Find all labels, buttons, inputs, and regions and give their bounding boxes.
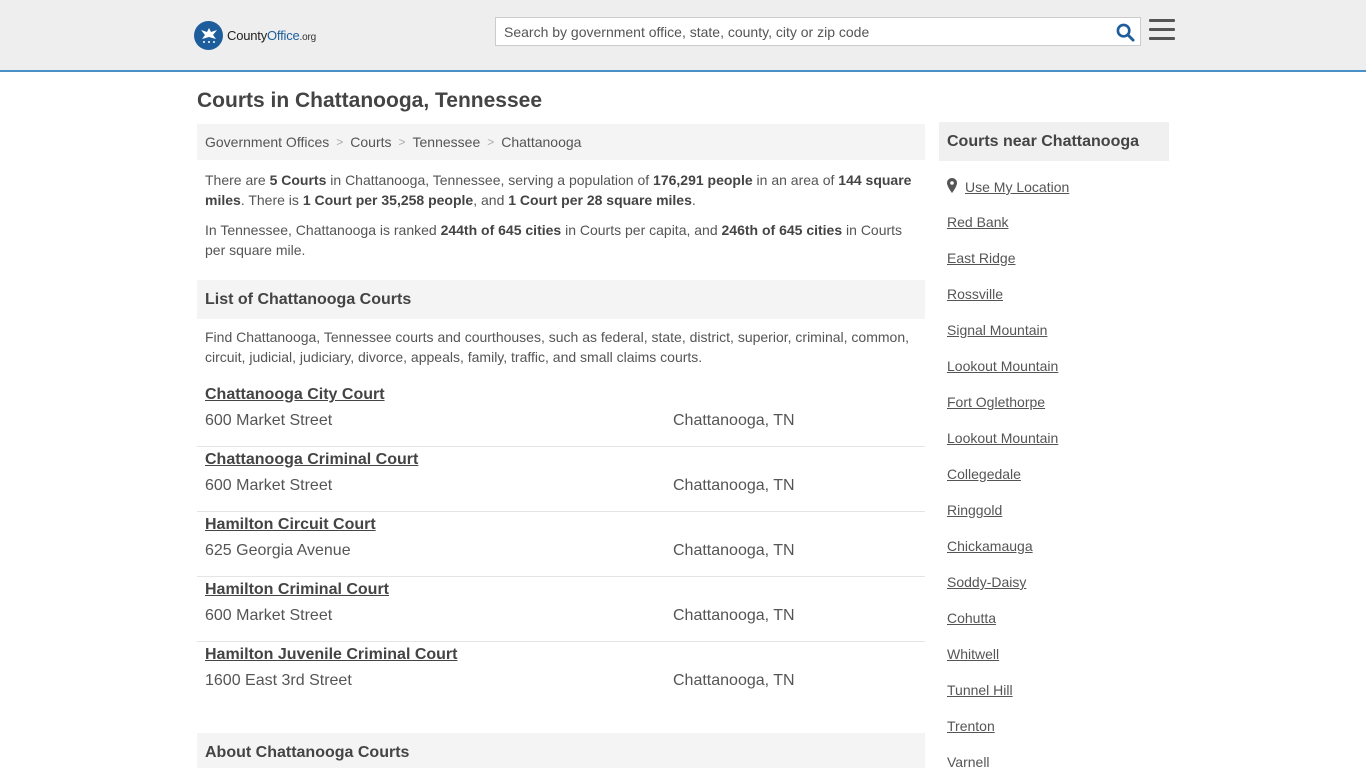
- list-item: Lookout Mountain: [947, 430, 1058, 466]
- eagle-seal-icon: [194, 20, 223, 50]
- breadcrumb-separator: >: [487, 135, 495, 149]
- list-item: Red Bank: [947, 214, 1058, 250]
- breadcrumb-tennessee[interactable]: Tennessee: [413, 134, 481, 150]
- rank-per-area: 246th of 645 cities: [721, 222, 843, 238]
- logo-brand-name: Office: [267, 27, 300, 43]
- nearby-place-link[interactable]: Chickamauga: [947, 538, 1033, 554]
- court-address: 1600 East 3rd Street: [205, 672, 352, 689]
- nearby-places-list: Red Bank East Ridge Rossville Signal Mou…: [947, 214, 1058, 768]
- text: . There is: [240, 192, 303, 208]
- sidebar: Courts near Chattanooga Use My Location …: [939, 122, 1169, 768]
- logo-brand-prefix: County: [227, 27, 267, 43]
- court-link[interactable]: Hamilton Criminal Court: [205, 581, 389, 599]
- rank-per-capita: 244th of 645 cities: [440, 222, 562, 238]
- logo-brand-tld: .org: [299, 31, 317, 43]
- courts-per-people: 1 Court per 35,258 people: [302, 192, 474, 208]
- court-city: Chattanooga, TN: [673, 607, 795, 624]
- court-city: Chattanooga, TN: [673, 672, 795, 689]
- list-item: East Ridge: [947, 250, 1058, 286]
- court-address: 600 Market Street: [205, 412, 333, 429]
- nearby-place-link[interactable]: Trenton: [947, 718, 995, 734]
- court-city: Chattanooga, TN: [673, 412, 795, 429]
- nearby-place-link[interactable]: Ringgold: [947, 502, 1002, 518]
- main-content: Government Offices > Courts > Tennessee …: [197, 124, 925, 768]
- list-item: Hamilton Juvenile Criminal Court 1600 Ea…: [197, 642, 925, 707]
- site-header: CountyOffice.org: [0, 0, 1366, 72]
- nearby-place-link[interactable]: Tunnel Hill: [947, 682, 1013, 698]
- nearby-place-link[interactable]: Rossville: [947, 286, 1003, 302]
- court-link[interactable]: Chattanooga City Court: [205, 386, 385, 404]
- court-address: 600 Market Street: [205, 607, 333, 624]
- nearby-place-link[interactable]: Red Bank: [947, 214, 1008, 230]
- site-logo[interactable]: CountyOffice.org: [194, 20, 316, 50]
- nearby-place-link[interactable]: Lookout Mountain: [947, 430, 1058, 446]
- nearby-place-link[interactable]: East Ridge: [947, 250, 1015, 266]
- list-item: Tunnel Hill: [947, 682, 1058, 718]
- intro-rank-paragraph: In Tennessee, Chattanooga is ranked 244t…: [197, 220, 925, 260]
- breadcrumb: Government Offices > Courts > Tennessee …: [197, 124, 925, 160]
- court-link[interactable]: Chattanooga Criminal Court: [205, 451, 418, 469]
- court-address: 600 Market Street: [205, 477, 333, 494]
- use-my-location-link[interactable]: Use My Location: [965, 179, 1069, 195]
- court-city: Chattanooga, TN: [673, 542, 795, 559]
- use-location-row: Use My Location: [947, 178, 1069, 196]
- about-section-title: About Chattanooga Courts: [197, 733, 925, 768]
- text: , and: [473, 192, 509, 208]
- nearby-place-link[interactable]: Signal Mountain: [947, 322, 1047, 338]
- list-item: Signal Mountain: [947, 322, 1058, 358]
- breadcrumb-separator: >: [398, 135, 406, 149]
- search-icon[interactable]: [1114, 21, 1136, 43]
- list-item: Soddy-Daisy: [947, 574, 1058, 610]
- list-item: Fort Oglethorpe: [947, 394, 1058, 430]
- nearby-place-link[interactable]: Fort Oglethorpe: [947, 394, 1045, 410]
- nearby-place-link[interactable]: Lookout Mountain: [947, 358, 1058, 374]
- nearby-place-link[interactable]: Cohutta: [947, 610, 996, 626]
- court-link[interactable]: Hamilton Circuit Court: [205, 516, 376, 534]
- breadcrumb-courts[interactable]: Courts: [350, 134, 391, 150]
- map-pin-icon: [947, 178, 957, 196]
- list-item: Chickamauga: [947, 538, 1058, 574]
- list-item: Trenton: [947, 718, 1058, 754]
- court-count: 5 Courts: [269, 172, 327, 188]
- court-list: Chattanooga City Court 600 Market Street…: [197, 382, 925, 707]
- list-item: Whitwell: [947, 646, 1058, 682]
- page-title: Courts in Chattanooga, Tennessee: [197, 89, 542, 112]
- breadcrumb-chattanooga[interactable]: Chattanooga: [501, 134, 581, 150]
- search-input[interactable]: [496, 18, 1096, 45]
- list-item: Ringgold: [947, 502, 1058, 538]
- text: In Tennessee, Chattanooga is ranked: [205, 222, 441, 238]
- text: .: [691, 192, 696, 208]
- court-link[interactable]: Hamilton Juvenile Criminal Court: [205, 646, 457, 664]
- list-section-title: List of Chattanooga Courts: [197, 280, 925, 319]
- courts-per-area: 1 Court per 28 square miles: [508, 192, 692, 208]
- list-item: Lookout Mountain: [947, 358, 1058, 394]
- breadcrumb-separator: >: [336, 135, 344, 149]
- nearby-place-link[interactable]: Soddy-Daisy: [947, 574, 1026, 590]
- intro-stats-paragraph: There are 5 Courts in Chattanooga, Tenne…: [197, 170, 925, 210]
- list-item: Hamilton Criminal Court 600 Market Stree…: [197, 577, 925, 642]
- list-item: Rossville: [947, 286, 1058, 322]
- list-item: Varnell: [947, 754, 1058, 768]
- list-description: Find Chattanooga, Tennessee courts and c…: [205, 329, 909, 365]
- court-city: Chattanooga, TN: [673, 477, 795, 494]
- nearby-place-link[interactable]: Collegedale: [947, 466, 1021, 482]
- list-item: Collegedale: [947, 466, 1058, 502]
- breadcrumb-government-offices[interactable]: Government Offices: [205, 134, 329, 150]
- nearby-place-link[interactable]: Varnell: [947, 754, 990, 768]
- nearby-place-link[interactable]: Whitwell: [947, 646, 999, 662]
- list-item: Hamilton Circuit Court 625 Georgia Avenu…: [197, 512, 925, 577]
- search-box: [495, 17, 1141, 46]
- population: 176,291 people: [653, 172, 753, 188]
- text: in an area of: [752, 172, 839, 188]
- text: in Chattanooga, Tennessee, serving a pop…: [326, 172, 654, 188]
- court-address: 625 Georgia Avenue: [205, 542, 351, 559]
- list-item: Chattanooga Criminal Court 600 Market St…: [197, 447, 925, 512]
- text: in Courts per capita, and: [561, 222, 722, 238]
- list-item: Cohutta: [947, 610, 1058, 646]
- list-item: Chattanooga City Court 600 Market Street…: [197, 382, 925, 447]
- text: There are: [205, 172, 270, 188]
- logo-text: CountyOffice.org: [227, 28, 316, 43]
- sidebar-title: Courts near Chattanooga: [939, 122, 1169, 161]
- hamburger-menu-icon[interactable]: [1149, 19, 1175, 41]
